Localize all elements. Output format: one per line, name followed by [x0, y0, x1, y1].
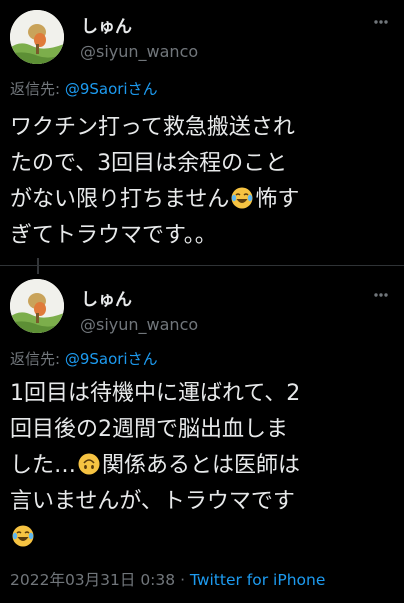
- upside-down-face-icon: [78, 453, 100, 475]
- tweet-text: ワクチン打って救急搬送され たので、3回目は余程のこと がない限り打ちません 怖…: [10, 110, 400, 254]
- avatar-image: [10, 279, 64, 333]
- face-with-tears-of-joy-icon: [12, 525, 34, 547]
- reply-context: 返信先: @9Saoriさん: [10, 348, 158, 369]
- tweet-text-segment: した…: [10, 453, 77, 478]
- more-options-icon[interactable]: [374, 293, 388, 297]
- tweet[interactable]: しゅん @siyun_wanco 返信先: @9Saoriさん 1回目は待機中に…: [0, 268, 404, 603]
- more-options-icon[interactable]: [374, 20, 388, 24]
- reply-mention-suffix[interactable]: さん: [128, 350, 158, 368]
- avatar[interactable]: [10, 279, 64, 333]
- tweet-text-line: 回目後の2週間で脳出血しま: [10, 417, 288, 442]
- tweet-text-line: たので、3回目は余程のこと: [10, 151, 288, 176]
- tweet-divider: [0, 265, 404, 266]
- tweet-text-line: ワクチン打って救急搬送され: [10, 115, 295, 140]
- tweet-meta: 2022年03月31日 0:38 · Twitter for iPhone: [10, 568, 325, 590]
- user-handle[interactable]: @siyun_wanco: [80, 42, 198, 61]
- face-with-tears-of-joy-icon: [231, 187, 253, 209]
- reply-mention-link[interactable]: @9Saori: [65, 350, 128, 368]
- tweet-text-line: 1回目は待機中に運ばれて、2: [10, 381, 301, 406]
- reply-mention-suffix[interactable]: さん: [128, 80, 158, 98]
- source-link[interactable]: Twitter for iPhone: [190, 571, 325, 589]
- reply-prefix: 返信先:: [10, 350, 65, 368]
- timestamp[interactable]: 2022年03月31日 0:38: [10, 571, 175, 589]
- tweet-text-line: した… 関係あるとは医師は: [10, 448, 400, 484]
- reply-prefix: 返信先:: [10, 80, 65, 98]
- tweet-text: 1回目は待機中に運ばれて、2 回目後の2週間で脳出血しま した… 関係あるとは医…: [10, 376, 400, 556]
- reply-mention-link[interactable]: @9Saori: [65, 80, 128, 98]
- user-handle[interactable]: @siyun_wanco: [80, 315, 198, 334]
- avatar[interactable]: [10, 10, 64, 64]
- meta-separator: ·: [175, 571, 190, 589]
- tweet-text-segment: 怖す: [255, 187, 300, 212]
- tweet-text-line: [10, 520, 400, 556]
- tweet-text-line: ぎてトラウマです。。: [10, 223, 217, 248]
- display-name[interactable]: しゅん: [81, 12, 132, 37]
- tweet-text-segment: がない限り打ちません: [10, 187, 230, 212]
- avatar-image: [10, 10, 64, 64]
- display-name[interactable]: しゅん: [81, 285, 132, 310]
- tweet[interactable]: しゅん @siyun_wanco 返信先: @9Saoriさん ワクチン打って救…: [0, 0, 404, 265]
- tweet-text-segment: 関係あるとは医師は: [102, 453, 301, 478]
- tweet-text-line: 言いませんが、トラウマです: [10, 489, 295, 514]
- reply-context: 返信先: @9Saoriさん: [10, 78, 158, 99]
- tweet-text-line: がない限り打ちません 怖す: [10, 182, 400, 218]
